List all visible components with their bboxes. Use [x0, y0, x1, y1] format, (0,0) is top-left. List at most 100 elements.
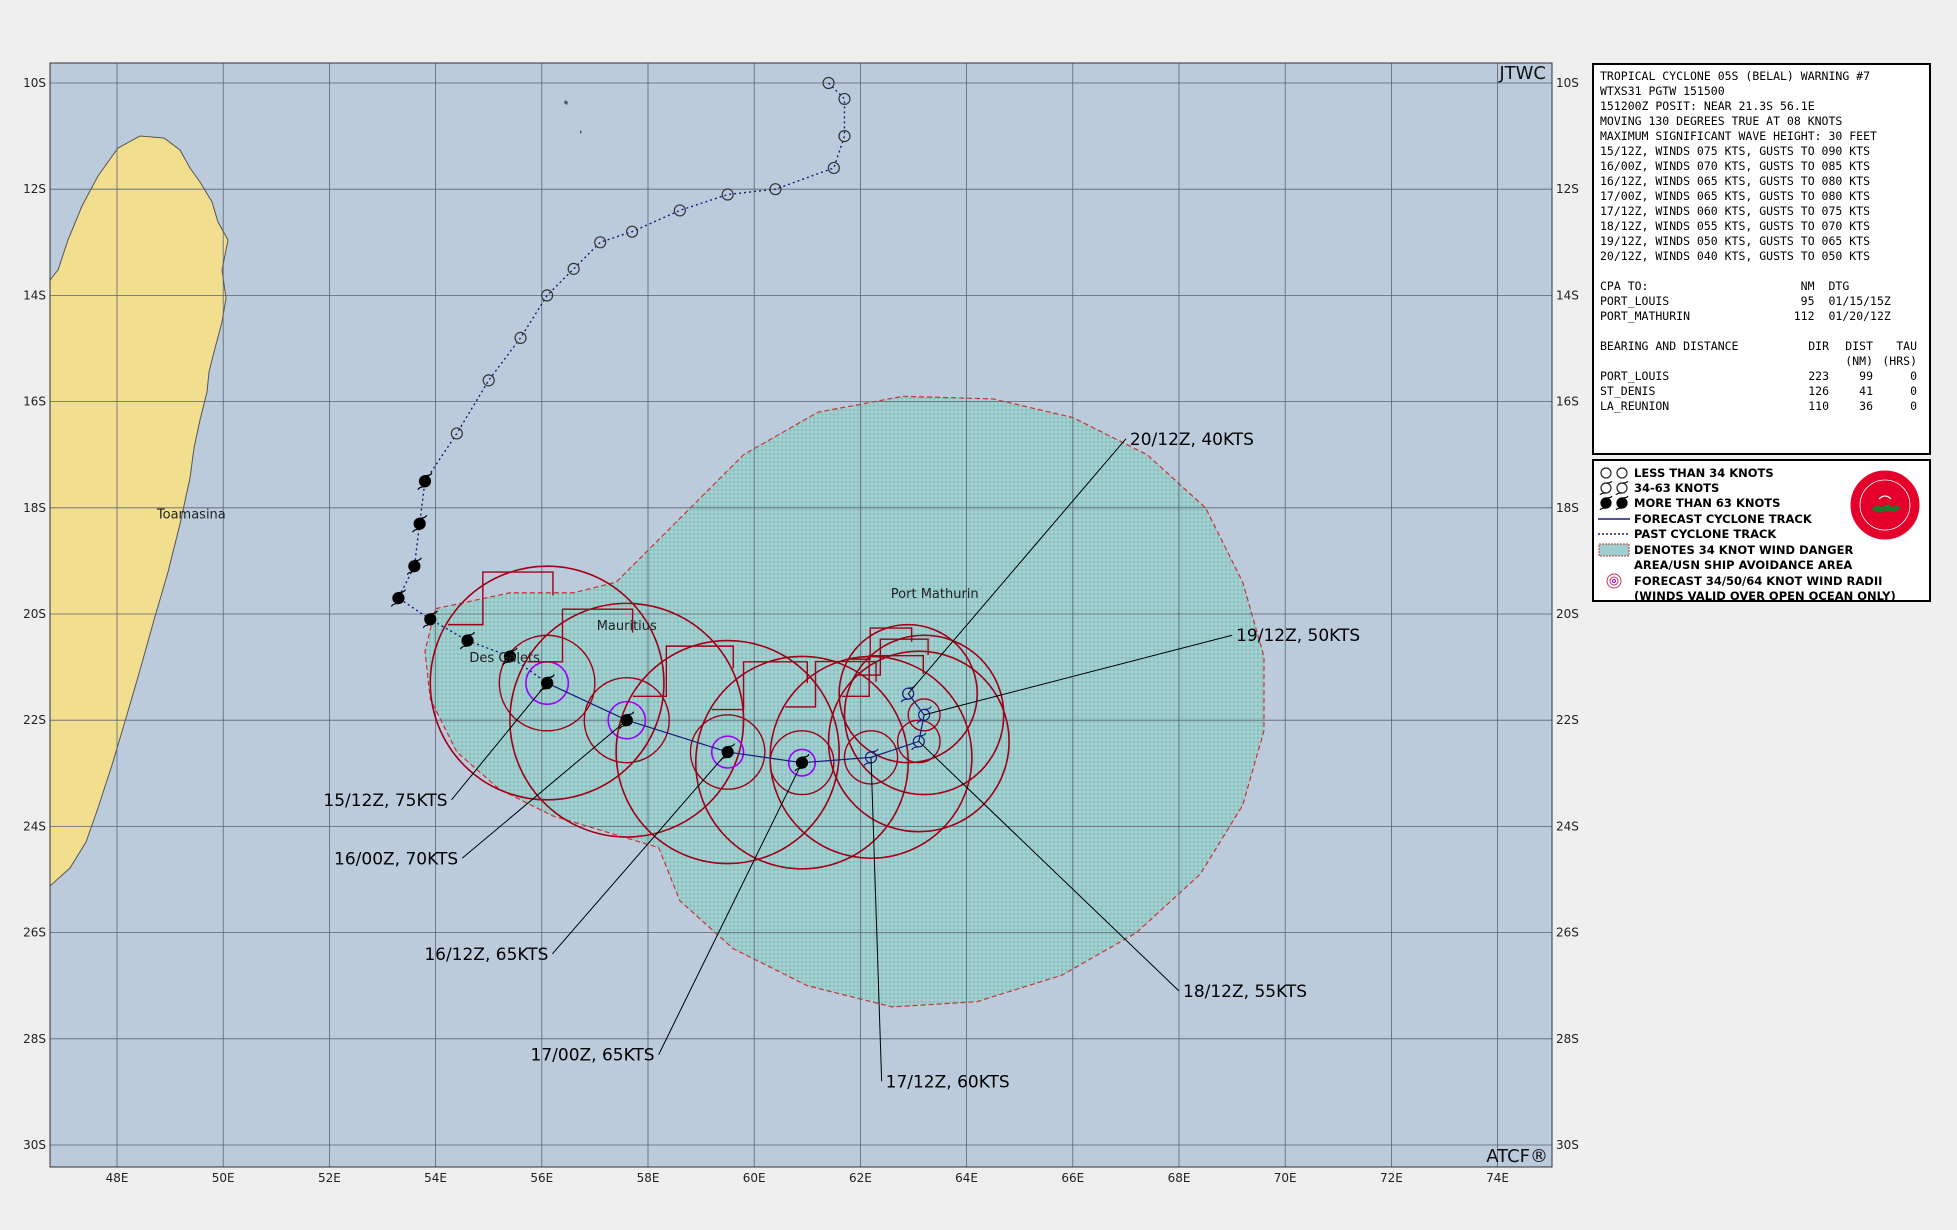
lat-label: 26S: [23, 926, 46, 940]
lon-label: 54E: [424, 1171, 447, 1185]
agency-label: JTWC: [1498, 63, 1546, 84]
forecast-line-icon: [1594, 512, 1634, 526]
lon-label: 52E: [318, 1171, 341, 1185]
place-label: Port Mathurin: [891, 587, 979, 602]
lat-label: 20S: [23, 607, 46, 621]
track-symbol-circle: [424, 613, 437, 626]
forecast-lines: 15/12Z, WINDS 075 KTS, GUSTS TO 090 KTS …: [1600, 144, 1923, 264]
legend-item-past-track: PAST CYCLONE TRACK: [1594, 526, 1776, 541]
forecast-line: 16/00Z, WINDS 070 KTS, GUSTS TO 085 KTS: [1600, 159, 1871, 173]
forecast-line: 17/00Z, WINDS 065 KTS, GUSTS TO 080 KTS: [1600, 189, 1871, 203]
bearing-header: BEARING AND DISTANCE DIR DIST TAU: [1600, 339, 1917, 353]
cpa-row: PORT_MATHURIN 112 01/20/12Z: [1600, 309, 1891, 323]
warning-header: WTXS31 PGTW 151500: [1600, 84, 1725, 98]
track-symbol-circle: [408, 560, 421, 573]
place-label: Mauritius: [597, 619, 657, 634]
gt63-symbol-icon: [1594, 495, 1634, 510]
lat-label: 10S: [23, 76, 46, 90]
legend-item-forecast-track: FORECAST CYCLONE TRACK: [1594, 511, 1812, 526]
lat-label: 12S: [1556, 182, 1579, 196]
warning-title: TROPICAL CYCLONE 05S (BELAL) WARNING #7: [1600, 69, 1871, 83]
lat-label: 22S: [1556, 713, 1579, 727]
lat-label: 30S: [1556, 1138, 1579, 1152]
forecast-label: 15/12Z, 75KTS: [323, 791, 447, 811]
legend-item-wind-radii: FORECAST 34/50/64 KNOT WIND RADII: [1594, 573, 1882, 588]
track-symbol-circle: [461, 634, 474, 647]
place-label: Toamasina: [156, 507, 226, 522]
lat-label: 30S: [23, 1138, 46, 1152]
lon-label: 70E: [1274, 1171, 1297, 1185]
warning-moving: MOVING 130 DEGREES TRUE AT 08 KNOTS: [1600, 114, 1843, 128]
lon-label: 72E: [1380, 1171, 1403, 1185]
lon-label: 56E: [530, 1171, 553, 1185]
legend-item-danger-area-2: AREA/USN SHIP AVOIDANCE AREA: [1634, 557, 1853, 572]
lon-label: 48E: [106, 1171, 129, 1185]
lat-label: 26S: [1556, 926, 1579, 940]
place-label: Des Galets: [469, 651, 540, 666]
forecast-label: 16/00Z, 70KTS: [334, 849, 458, 869]
lon-label: 50E: [212, 1171, 235, 1185]
forecast-line: 18/12Z, WINDS 055 KTS, GUSTS TO 070 KTS: [1600, 219, 1871, 233]
lat-label: 10S: [1556, 76, 1579, 90]
forecast-label: 20/12Z, 40KTS: [1130, 430, 1254, 450]
forecast-line: 15/12Z, WINDS 075 KTS, GUSTS TO 090 KTS: [1600, 144, 1871, 158]
bearing-row: LA_REUNION 110 36 0: [1600, 399, 1917, 413]
forecast-label: 16/12Z, 65KTS: [424, 945, 548, 965]
lat-label: 12S: [23, 182, 46, 196]
track-symbol-circle: [392, 591, 405, 605]
forecast-line: 20/12Z, WINDS 040 KTS, GUSTS TO 050 KTS: [1600, 249, 1871, 263]
latitude-labels-left: 10S 12S 14S 16S 18S 20S 22S 24S 26S 28S 30S: [23, 76, 46, 1152]
longitude-labels: 48E 50E 52E 54E 56E 58E 60E 62E 64E 66E 68E 70E 72E 7…: [106, 1171, 1509, 1185]
forecast-label: 17/00Z, 65KTS: [531, 1046, 655, 1066]
latitude-labels-right: 10S 12S 14S 16S 18S 20S 22S 24S 26S 28S 30S: [1556, 76, 1579, 1152]
warning-wave: MAXIMUM SIGNIFICANT WAVE HEIGHT: 30 FEET: [1600, 129, 1877, 143]
lon-label: 74E: [1486, 1171, 1509, 1185]
lat-label: 16S: [1556, 395, 1579, 409]
lt34-symbol-icon: [1594, 466, 1634, 480]
forecast-label: 17/12Z, 60KTS: [886, 1072, 1010, 1092]
lat-label: 24S: [23, 819, 46, 833]
forecast-label: 18/12Z, 55KTS: [1183, 982, 1307, 1002]
past-line-icon: [1594, 527, 1634, 541]
bearing-row: ST_DENIS 126 41 0: [1600, 384, 1917, 398]
legend-item-wind-radii-2: (WINDS VALID OVER OPEN OCEAN ONLY): [1634, 588, 1896, 603]
lat-label: 22S: [23, 713, 46, 727]
forecast-label: 19/12Z, 50KTS: [1236, 626, 1360, 646]
cpa-row: PORT_LOUIS 95 01/15/15Z: [1600, 294, 1891, 308]
34to63-symbol-icon: [1594, 480, 1634, 495]
legend-item-lt34: LESS THAN 34 KNOTS: [1594, 465, 1774, 480]
lat-label: 18S: [23, 501, 46, 515]
wind-radii-icon: [1594, 573, 1634, 589]
lon-label: 66E: [1061, 1171, 1084, 1185]
lat-label: 14S: [23, 288, 46, 302]
lat-label: 20S: [1556, 607, 1579, 621]
bearing-subheader: (NM) (HRS): [1845, 354, 1917, 368]
lon-label: 64E: [955, 1171, 978, 1185]
lon-label: 58E: [637, 1171, 660, 1185]
forecast-line: 16/12Z, WINDS 065 KTS, GUSTS TO 080 KTS: [1600, 174, 1871, 188]
jtwc-seal-logo: [1849, 469, 1921, 541]
lon-label: 62E: [849, 1171, 872, 1185]
lon-label: 68E: [1168, 1171, 1191, 1185]
lat-label: 28S: [23, 1032, 46, 1046]
lat-label: 14S: [1556, 288, 1579, 302]
lat-label: 16S: [23, 395, 46, 409]
atcf-label: ATCF®: [1486, 1146, 1548, 1167]
forecast-line: 19/12Z, WINDS 050 KTS, GUSTS TO 065 KTS: [1600, 234, 1871, 248]
warning-panel: TROPICAL CYCLONE 05S (BELAL) WARNING #7 …: [1592, 63, 1931, 455]
track-symbol-circle: [413, 517, 426, 530]
forecast-line: 17/12Z, WINDS 060 KTS, GUSTS TO 075 KTS: [1600, 204, 1871, 218]
lat-label: 18S: [1556, 501, 1579, 515]
warning-posit: 151200Z POSIT: NEAR 21.3S 56.1E: [1600, 99, 1815, 113]
legend-panel: LESS THAN 34 KNOTS 34-63 KNOTS MORE THAN…: [1592, 459, 1931, 603]
legend-item-danger-area: DENOTES 34 KNOT WIND DANGER: [1594, 542, 1853, 557]
legend-item-34to63: 34-63 KNOTS: [1594, 480, 1719, 495]
legend-item-gt63: MORE THAN 63 KNOTS: [1594, 495, 1780, 510]
lat-label: 28S: [1556, 1032, 1579, 1046]
bearing-row: PORT_LOUIS 223 99 0: [1600, 369, 1917, 383]
lon-label: 60E: [743, 1171, 766, 1185]
cpa-header: CPA TO: NM DTG: [1600, 279, 1850, 293]
lat-label: 24S: [1556, 819, 1579, 833]
track-symbol-circle: [418, 475, 432, 488]
danger-area-icon: [1594, 543, 1634, 557]
